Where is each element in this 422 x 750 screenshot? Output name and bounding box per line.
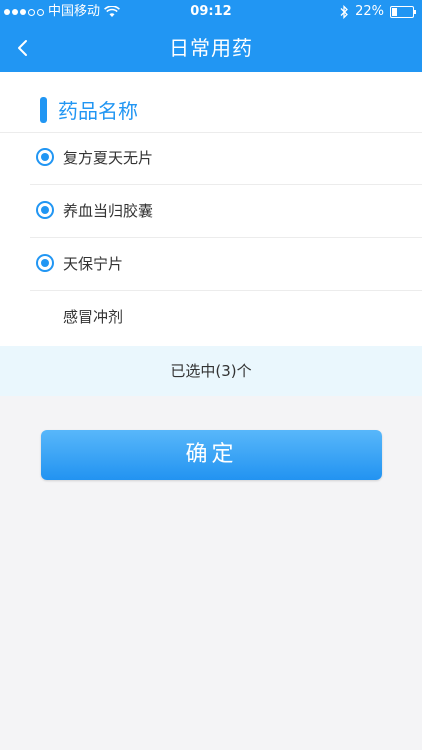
medicine-list: 复方夏天无片 养血当归胶囊 天保宁片 感冒冲剂 xyxy=(0,132,422,343)
bluetooth-icon xyxy=(340,5,349,19)
medicine-name: 天保宁片 xyxy=(63,255,124,273)
page-title: 日常用药 xyxy=(169,36,253,60)
list-item[interactable]: 复方夏天无片 xyxy=(30,132,422,185)
section-title: 药品名称 xyxy=(58,99,138,123)
status-right: 22% xyxy=(340,0,416,24)
status-bar: 中国移动 09:12 22% xyxy=(0,0,422,24)
radio-checked-icon[interactable] xyxy=(36,148,54,166)
battery-icon xyxy=(390,6,416,18)
section-accent-bar xyxy=(40,97,47,123)
medicine-name: 复方夏天无片 xyxy=(63,149,154,167)
radio-checked-icon[interactable] xyxy=(36,254,54,272)
radio-checked-icon[interactable] xyxy=(36,201,54,219)
battery-fill xyxy=(392,8,397,16)
medicine-name: 养血当归胶囊 xyxy=(63,202,154,220)
confirm-button[interactable]: 确定 xyxy=(41,430,382,480)
list-item[interactable]: 感冒冲剂 xyxy=(30,291,422,343)
selection-summary: 已选中(3)个 xyxy=(0,346,422,396)
medicine-card: 药品名称 复方夏天无片 养血当归胶囊 天保宁片 感冒冲剂 已选中(3)个 xyxy=(0,72,422,396)
radio-unchecked-icon[interactable] xyxy=(36,307,54,325)
battery-percent: 22% xyxy=(355,4,384,19)
medicine-name: 感冒冲剂 xyxy=(63,308,124,326)
list-item[interactable]: 养血当归胶囊 xyxy=(30,185,422,238)
top-bar: 中国移动 09:12 22% 日常用药 xyxy=(0,0,422,72)
section-header: 药品名称 xyxy=(0,72,422,133)
list-item[interactable]: 天保宁片 xyxy=(30,238,422,291)
nav-bar: 日常用药 xyxy=(0,24,422,72)
